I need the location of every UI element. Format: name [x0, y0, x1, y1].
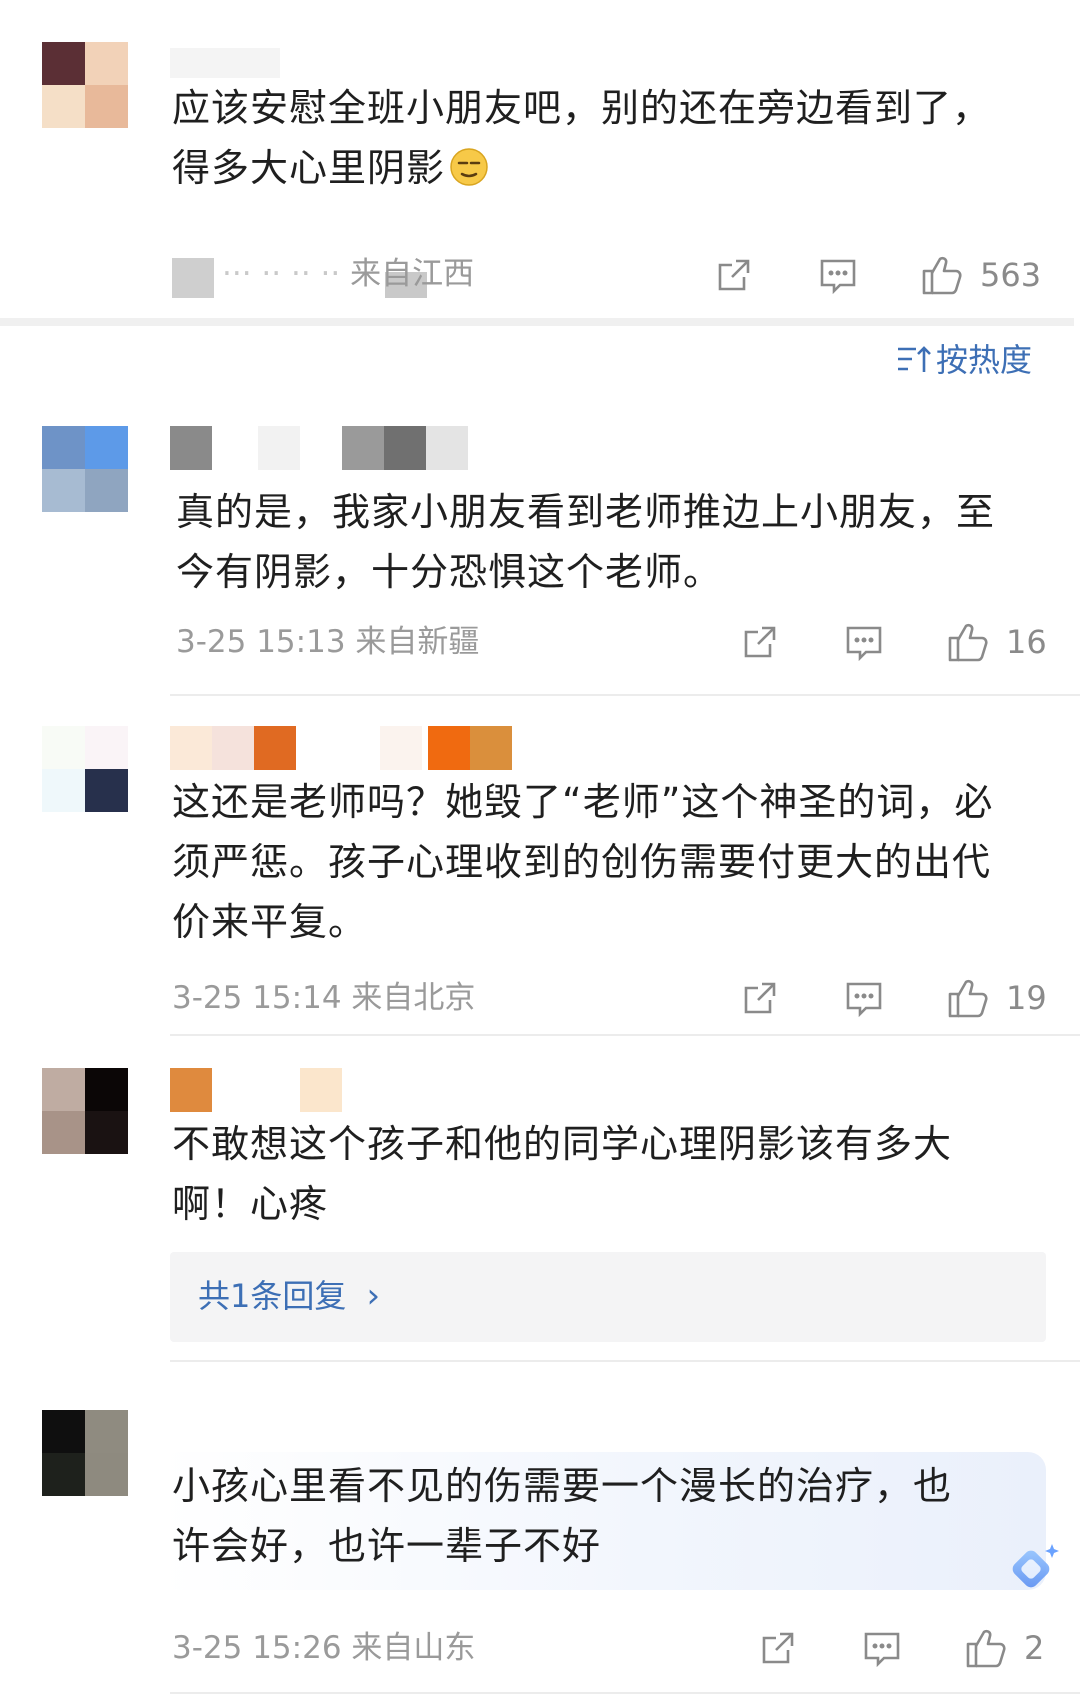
reply-summary[interactable]: 共1条回复 ›	[170, 1252, 1046, 1342]
divider	[170, 1692, 1080, 1694]
avatar[interactable]	[42, 42, 128, 128]
divider	[170, 1360, 1080, 1362]
share-icon[interactable]	[758, 1628, 798, 1668]
chevron-right-icon: ›	[366, 1276, 381, 1316]
comment-text: 这还是老师吗？她毁了“老师”这个神圣的词，必 须严惩。孩子心理收到的创伤需要付更…	[172, 780, 994, 944]
comment-icon[interactable]	[844, 622, 884, 662]
comment-meta: 3-25 15:13 来自新疆	[176, 624, 480, 660]
comment-text: 真的是，我家小朋友看到老师推边上小朋友，至 今有阴影，十分恐惧这个老师。	[176, 490, 996, 594]
sort-label: 按热度	[936, 341, 1033, 379]
comment-meta: ··· ·· ·· ·· 来自江西	[222, 256, 475, 292]
like-count: 2	[1024, 1629, 1045, 1667]
ai-sparkle-icon[interactable]	[1000, 1538, 1064, 1602]
thumbs-up-icon[interactable]	[964, 1626, 1008, 1670]
comment-icon[interactable]	[844, 978, 884, 1018]
comment-text: 不敢想这个孩子和他的同学心理阴影该有多大 啊！心疼	[172, 1122, 953, 1226]
comment-text: 应该安慰全班小朋友吧，别的还在旁边看到了， 得多大心里阴影	[172, 86, 992, 190]
share-icon[interactable]	[740, 978, 780, 1018]
avatar[interactable]	[42, 726, 128, 812]
username[interactable]	[170, 48, 280, 78]
sort-icon	[896, 344, 932, 376]
like-count: 19	[1006, 979, 1047, 1017]
divider	[170, 694, 1080, 696]
username[interactable]	[170, 726, 516, 770]
comment-text: 小孩心里看不见的伤需要一个漫长的治疗，也 许会好，也许一辈子不好	[172, 1464, 953, 1568]
comment-icon[interactable]	[818, 255, 858, 295]
like-count: 16	[1006, 623, 1047, 661]
thumbs-up-icon[interactable]	[920, 253, 964, 297]
comment-icon[interactable]	[862, 1628, 902, 1668]
pensive-face-icon	[449, 144, 489, 186]
thumbs-up-icon[interactable]	[946, 976, 990, 1020]
like-count: 563	[980, 256, 1042, 294]
avatar[interactable]	[42, 1410, 128, 1496]
avatar[interactable]	[42, 1068, 128, 1154]
share-icon[interactable]	[714, 255, 754, 295]
username[interactable]	[170, 1068, 350, 1112]
username[interactable]	[170, 426, 470, 470]
reply-count-link[interactable]: 共1条回复 ›	[198, 1274, 380, 1318]
thumbs-up-icon[interactable]	[946, 620, 990, 664]
avatar[interactable]	[42, 426, 128, 512]
divider	[170, 1034, 1080, 1036]
comment-meta: 3-25 15:26 来自山东	[172, 1630, 476, 1666]
share-icon[interactable]	[740, 622, 780, 662]
section-divider	[0, 318, 1074, 326]
comment-meta: 3-25 15:14 来自北京	[172, 980, 476, 1016]
